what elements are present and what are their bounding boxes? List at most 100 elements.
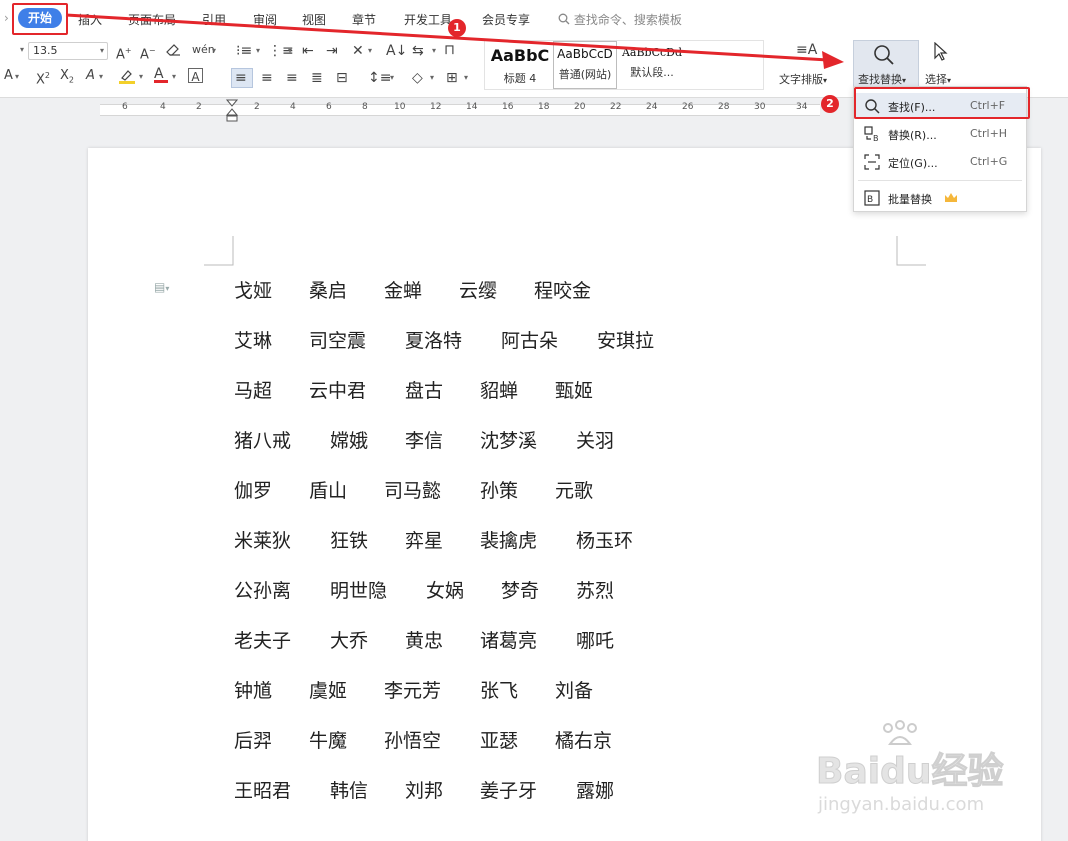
- hero-name: 甄姬: [555, 380, 594, 402]
- ruler-number: 12: [430, 102, 442, 112]
- margin-corner-mark: [896, 236, 926, 266]
- hero-name: 嫦娥: [330, 430, 369, 452]
- watermark-url: jingyan.baidu.com: [818, 794, 985, 815]
- hero-name: 明世隐: [330, 580, 388, 602]
- hero-name: 司空震: [309, 330, 367, 352]
- hero-name: 杨玉环: [576, 530, 634, 552]
- hero-name: 李信: [405, 430, 444, 452]
- step-badge-2: 2: [821, 95, 839, 113]
- hero-name: 关羽: [576, 430, 615, 452]
- margin-corner-mark: [204, 236, 234, 266]
- hero-name: 裴擒虎: [480, 530, 538, 552]
- menu-separator: [858, 180, 1022, 181]
- menu-item-label: 批量替换: [888, 193, 932, 206]
- hero-name: 虞姬: [309, 680, 348, 702]
- indent-marker-icon[interactable]: [226, 99, 238, 123]
- hero-name: 猪八戒: [234, 430, 292, 452]
- ruler-number: 14: [466, 102, 478, 112]
- hero-name: 后羿: [234, 730, 273, 752]
- hero-name: 李元芳: [384, 680, 442, 702]
- paragraph-handle-icon[interactable]: ▤▾: [154, 280, 169, 294]
- hero-name: 司马懿: [384, 480, 442, 502]
- hero-name: 盾山: [309, 480, 348, 502]
- ruler-bar: [100, 104, 820, 116]
- step-badge-1: 1: [448, 19, 466, 37]
- ruler-number: 10: [394, 102, 406, 112]
- hero-name: 马超: [234, 380, 273, 402]
- hero-name: 安琪拉: [597, 330, 655, 352]
- hero-name: 金蝉: [384, 280, 423, 302]
- replace-icon: B: [864, 126, 879, 142]
- hero-name: 刘备: [555, 680, 594, 702]
- hero-name: 孙策: [480, 480, 519, 502]
- menu-item-shortcut: Ctrl+G: [970, 155, 1008, 168]
- ruler-number: 34: [796, 102, 808, 112]
- svg-text:B: B: [873, 134, 879, 142]
- ruler-number: 28: [718, 102, 730, 112]
- hero-name: 沈梦溪: [480, 430, 538, 452]
- ruler-number: 18: [538, 102, 550, 112]
- menu-item-goto[interactable]: 定位(G)... Ctrl+G: [854, 149, 1026, 175]
- hero-name: 程咬金: [534, 280, 592, 302]
- hero-name: 大乔: [330, 630, 369, 652]
- hero-name: 老夫子: [234, 630, 292, 652]
- hero-name: 伽罗: [234, 480, 273, 502]
- hero-name: 艾琳: [234, 330, 273, 352]
- hero-name: 弈星: [405, 530, 444, 552]
- ruler-number: 16: [502, 102, 514, 112]
- hero-name: 米莱狄: [234, 530, 292, 552]
- ruler-number: 24: [646, 102, 658, 112]
- hero-name: 孙悟空: [384, 730, 442, 752]
- ruler-number: 20: [574, 102, 586, 112]
- menu-item-replace[interactable]: B 替换(R)... Ctrl+H: [854, 121, 1026, 147]
- hero-name: 王昭君: [234, 780, 292, 802]
- hero-name: 云中君: [309, 380, 367, 402]
- hero-name: 苏烈: [576, 580, 615, 602]
- locate-icon: [864, 154, 880, 170]
- hero-name: 狂铁: [330, 530, 369, 552]
- hero-name: 阿古朵: [501, 330, 559, 352]
- ruler-number: 4: [160, 102, 166, 112]
- batch-replace-icon: B: [864, 190, 880, 206]
- menu-item-batch-replace[interactable]: B 批量替换: [854, 185, 1026, 211]
- hero-name: 梦奇: [501, 580, 540, 602]
- baidu-jingyan-watermark: Baidu经验 jingyan.baidu.com: [810, 720, 1030, 830]
- menu-item-label: 定位(G)...: [888, 157, 938, 170]
- ruler-number: 4: [290, 102, 296, 112]
- hero-name: 云缨: [459, 280, 498, 302]
- ruler-number: 26: [682, 102, 694, 112]
- hero-name: 貂蝉: [480, 380, 519, 402]
- watermark-brand: Baidu经验: [815, 751, 1004, 793]
- hero-name: 元歌: [555, 480, 594, 502]
- hero-name: 桑启: [309, 280, 348, 302]
- ruler-number: 2: [196, 102, 202, 112]
- ruler-number: 6: [326, 102, 332, 112]
- ruler-number: 30: [754, 102, 766, 112]
- menu-item-shortcut: Ctrl+H: [970, 127, 1008, 140]
- hero-name: 戈娅: [234, 280, 273, 302]
- hero-name: 露娜: [576, 780, 615, 802]
- svg-text:B: B: [867, 195, 873, 205]
- hero-name: 橘右京: [555, 730, 613, 752]
- hero-name: 盘古: [405, 380, 444, 402]
- ruler-number: 8: [362, 102, 368, 112]
- hero-name: 公孙离: [234, 580, 292, 602]
- hero-name: 哪吒: [576, 630, 615, 652]
- annotation-arrow: [65, 13, 844, 69]
- ruler-number: 6: [122, 102, 128, 112]
- hero-name: 黄忠: [405, 630, 444, 652]
- hero-name: 韩信: [330, 780, 369, 802]
- hero-name: 张飞: [480, 680, 519, 702]
- hero-name: 亚瑟: [480, 730, 519, 752]
- ruler-number: 2: [254, 102, 260, 112]
- hero-name: 刘邦: [405, 780, 444, 802]
- hero-name: 女娲: [426, 580, 465, 602]
- menu-item-label: 替换(R)...: [888, 129, 937, 142]
- hero-name: 诸葛亮: [480, 630, 538, 652]
- ruler-number: 22: [610, 102, 622, 112]
- hero-name: 牛魔: [309, 730, 348, 752]
- hero-name: 姜子牙: [480, 780, 538, 802]
- hero-name: 钟馗: [234, 680, 273, 702]
- crown-icon: [945, 193, 957, 202]
- hero-name: 夏洛特: [405, 330, 463, 352]
